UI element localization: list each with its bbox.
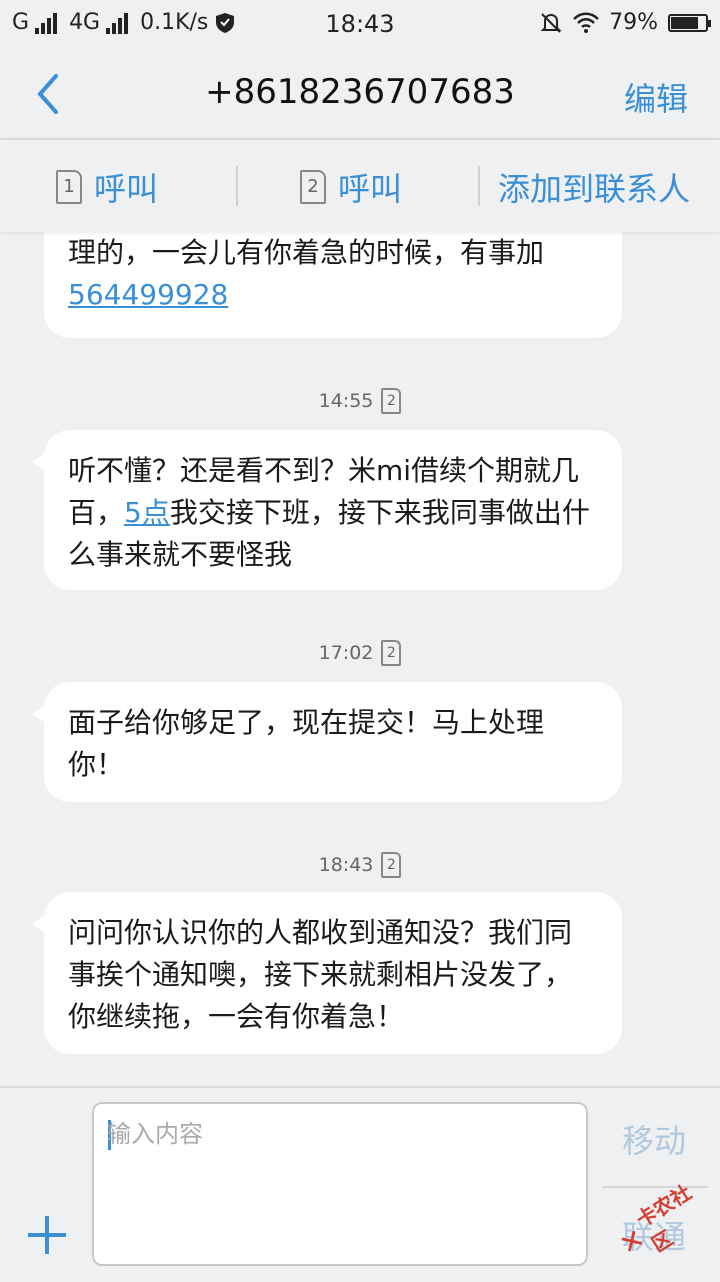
add-to-contacts-label: 添加到联系人 [498,170,691,208]
battery-fill [671,16,698,29]
call-sim2-label: 呼叫 [338,170,403,208]
message-text: 问问你认识你的人都收到通知没？我们同事挨个通知噢，接下来就剩相片没发了，你继续拖… [68,916,573,1033]
status-right: 79% [539,10,711,35]
message-time: 18:43 [318,854,374,876]
message-bubble[interactable]: 面子给你够足了，现在提交！马上处理你！ [32,682,622,802]
message-input[interactable]: 输入内容 [92,1102,588,1266]
status-bar: G 4G 0.1K/s 18:43 79% [0,0,720,50]
message-thread[interactable]: 理的，一会儿有你着急的时候，有事加 564499928 14:55 2 听不懂？… [0,232,720,1084]
add-to-contacts-button[interactable]: 添加到联系人 [498,164,690,210]
timestamp-row: 14:55 2 [0,388,720,414]
edit-button[interactable]: 编辑 [624,74,688,120]
message-bubble[interactable]: 理的，一会儿有你着急的时候，有事加 564499928 [44,232,622,338]
battery-percent: 79% [609,10,658,35]
contact-number-title: +8618236707683 [205,72,515,112]
message-bubble[interactable]: 听不懂？还是看不到？米mi借续个期就几百，5点我交接下班，接下来我同事做出什么事… [32,430,622,590]
message-input-placeholder: 输入内容 [107,1120,203,1148]
divider [236,166,238,206]
conversation-header: +8618236707683 编辑 [0,50,720,140]
composer-bar: 输入内容 移动 联通 [0,1086,720,1282]
message-time: 17:02 [318,642,374,664]
sim2-icon: 2 [300,170,326,204]
message-text: 面子给你够足了，现在提交！马上处理你！ [68,706,545,781]
sim2-icon: 2 [381,388,402,414]
call-sim2-button[interactable]: 2 呼叫 [300,164,402,210]
message-time: 14:55 [318,390,374,412]
call-sim1-label: 呼叫 [94,170,159,208]
divider [478,166,480,206]
sim2-icon: 2 [381,640,402,666]
message-link-time[interactable]: 5点 [124,496,170,529]
timestamp-row: 18:43 2 [0,852,720,878]
send-via-sim1-button[interactable]: 移动 [606,1116,702,1162]
add-attachment-icon[interactable] [28,1216,66,1254]
action-bar: 1 呼叫 2 呼叫 添加到联系人 [0,140,720,232]
timestamp-row: 17:02 2 [0,640,720,666]
message-bubble[interactable]: 问问你认识你的人都收到通知没？我们同事挨个通知噢，接下来就剩相片没发了，你继续拖… [32,892,622,1054]
message-text: 理的，一会儿有你着急的时候，有事加 [68,236,545,269]
sim2-icon: 2 [381,852,402,878]
call-sim1-button[interactable]: 1 呼叫 [56,164,158,210]
sim1-icon: 1 [56,170,82,204]
mute-bell-icon [540,12,562,33]
battery-icon [668,13,711,32]
wifi-icon [573,12,599,33]
message-link-number[interactable]: 564499928 [68,278,228,311]
